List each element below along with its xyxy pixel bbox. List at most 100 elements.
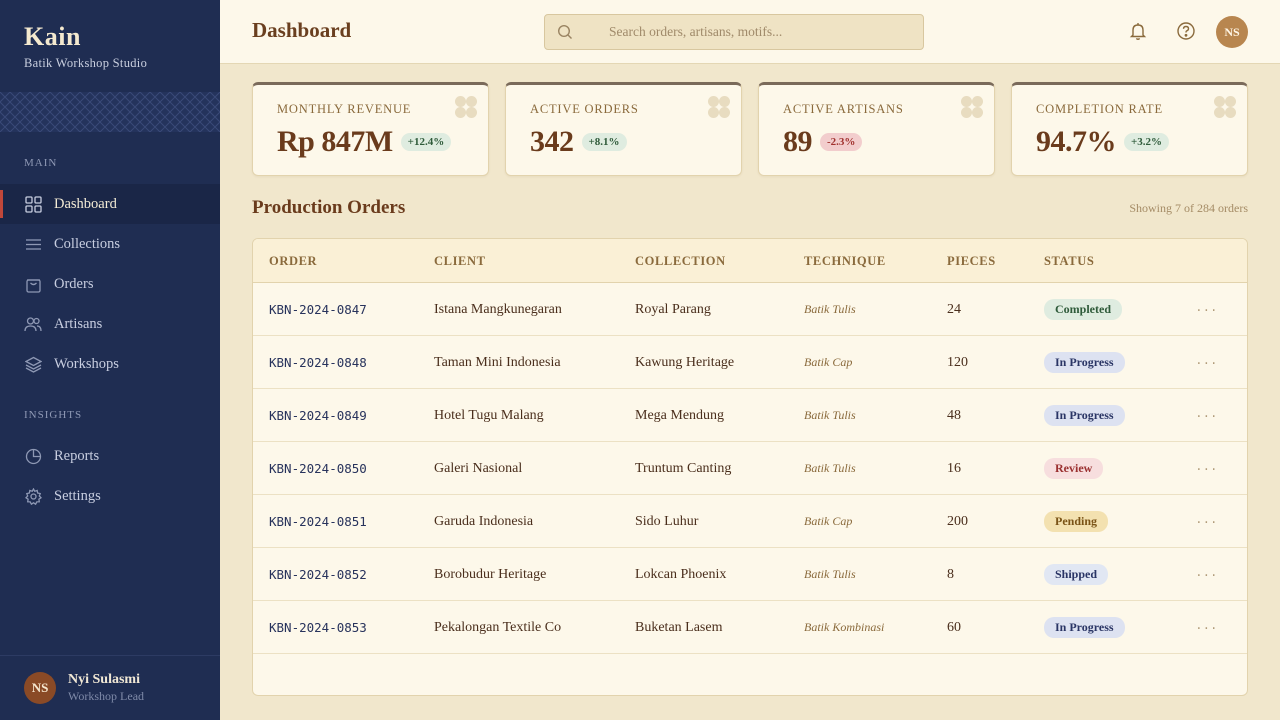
user-name: Nyi Sulasmi (68, 672, 140, 687)
order-id: KBN-2024-0853 (269, 620, 367, 635)
search-icon (557, 24, 573, 40)
gear-icon (24, 487, 42, 505)
status-cell: Shipped (1044, 548, 1109, 601)
column-header-order[interactable]: ORDER (269, 254, 317, 269)
collection-name: Mega Mendung (635, 407, 725, 423)
sidebar-item-reports[interactable]: Reports (0, 436, 220, 476)
status-badge: Review (1044, 458, 1104, 479)
table-row[interactable]: KBN-2024-0847 Istana Mangkunegaran Royal P… (253, 283, 1247, 336)
column-header-collection[interactable]: COLLECTION (635, 254, 726, 269)
pieces-count: 8 (947, 566, 954, 582)
bell-icon[interactable] (1127, 20, 1149, 42)
table-header: ORDER CLIENT COLLECTION TECHNIQUE PIECES… (253, 239, 1247, 283)
kawung-motif-icon (961, 96, 983, 118)
client-name: Garuda Indonesia (434, 513, 534, 529)
sidebar-item-orders[interactable]: Orders (0, 264, 220, 304)
brand-name: Kain (24, 22, 81, 51)
technique: Batik Cap (804, 514, 853, 528)
help-icon[interactable] (1175, 20, 1197, 42)
order-id: KBN-2024-0852 (269, 567, 367, 582)
kawung-motif-icon (455, 96, 477, 118)
row-actions-button[interactable]: ... (1197, 458, 1219, 474)
page-title: Dashboard (252, 18, 352, 42)
status-badge: In Progress (1044, 405, 1125, 426)
table-row[interactable]: KBN-2024-0848 Taman Mini Indonesia Kawung … (253, 336, 1247, 389)
stat-label: ACTIVE ORDERS (530, 102, 639, 116)
status-badge: In Progress (1044, 617, 1125, 638)
sidebar-item-dashboard[interactable]: Dashboard (0, 184, 220, 224)
sidebar-item-label: Dashboard (54, 195, 117, 212)
row-actions-button[interactable]: ... (1197, 299, 1219, 315)
client-name: Taman Mini Indonesia (434, 354, 561, 370)
collection-name: Lokcan Phoenix (635, 566, 727, 582)
technique: Batik Tulis (804, 567, 856, 581)
stat-value: 89 -2.3% (783, 125, 863, 159)
order-id: KBN-2024-0851 (269, 514, 367, 529)
status-cell: Pending (1044, 495, 1109, 548)
status-cell: In Progress (1044, 389, 1125, 442)
sidebar-item-label: Orders (54, 275, 94, 292)
stat-card-artisans: ACTIVE ARTISANS 89 -2.3% (758, 82, 995, 176)
orders-table: ORDER CLIENT COLLECTION TECHNIQUE PIECES… (252, 238, 1248, 696)
stat-value: 342 +8.1% (530, 125, 627, 159)
technique: Batik Tulis (804, 408, 856, 422)
stat-card-revenue: MONTHLY REVENUE Rp 847M +12.4% (252, 82, 489, 176)
top-header: Dashboard NS (220, 0, 1280, 64)
sidebar-divider (0, 655, 220, 656)
stat-delta-badge: +3.2% (1124, 133, 1170, 151)
row-actions-button[interactable]: ... (1197, 511, 1219, 527)
client-name: Istana Mangkunegaran (434, 301, 562, 317)
sidebar: Kain Batik Workshop Studio MAIN Dashboar… (0, 0, 220, 720)
column-header-client[interactable]: CLIENT (434, 254, 486, 269)
row-actions-button[interactable]: ... (1197, 617, 1219, 633)
header-avatar[interactable]: NS (1216, 16, 1248, 48)
row-actions-button[interactable]: ... (1197, 405, 1219, 421)
order-id: KBN-2024-0849 (269, 408, 367, 423)
table-row[interactable]: KBN-2024-0849 Hotel Tugu Malang Mega Mendu… (253, 389, 1247, 442)
users-icon (24, 315, 42, 333)
status-badge: Shipped (1044, 564, 1109, 585)
sidebar-item-label: Settings (54, 487, 101, 504)
sidebar-item-artisans[interactable]: Artisans (0, 304, 220, 344)
column-header-technique[interactable]: TECHNIQUE (804, 254, 886, 269)
section-label-main: MAIN (24, 157, 58, 169)
sidebar-item-label: Artisans (54, 315, 103, 332)
status-cell: In Progress (1044, 601, 1125, 654)
row-actions-button[interactable]: ... (1197, 564, 1219, 580)
pieces-count: 60 (947, 619, 961, 635)
technique: Batik Cap (804, 355, 853, 369)
technique: Batik Tulis (804, 302, 856, 316)
stat-value-text: Rp 847M (277, 125, 393, 158)
collection-name: Sido Luhur (635, 513, 699, 529)
client-name: Borobudur Heritage (434, 566, 547, 582)
sidebar-item-label: Reports (54, 447, 100, 464)
user-profile[interactable]: NS Nyi Sulasmi Workshop Lead (24, 672, 144, 704)
search-input[interactable] (609, 24, 909, 40)
collection-name: Truntum Canting (635, 460, 732, 476)
sidebar-item-workshops[interactable]: Workshops (0, 344, 220, 384)
brand: Kain Batik Workshop Studio (24, 22, 147, 71)
sidebar-item-collections[interactable]: Collections (0, 224, 220, 264)
pie-chart-icon (24, 447, 42, 465)
search-bar[interactable] (544, 14, 924, 50)
pieces-count: 200 (947, 513, 968, 529)
table-row[interactable]: KBN-2024-0852 Borobudur Heritage Lokcan Ph… (253, 548, 1247, 601)
pieces-count: 16 (947, 460, 961, 476)
stat-value-text: 342 (530, 125, 574, 158)
kawung-motif-icon (708, 96, 730, 118)
batik-pattern-decoration (0, 92, 220, 132)
row-actions-button[interactable]: ... (1197, 352, 1219, 368)
stat-value-text: 89 (783, 125, 813, 158)
kawung-motif-icon (1214, 96, 1236, 118)
status-cell: Completed (1044, 283, 1122, 336)
stat-label: COMPLETION RATE (1036, 102, 1163, 116)
brand-subtitle: Batik Workshop Studio (24, 56, 148, 70)
table-row[interactable]: KBN-2024-0851 Garuda Indonesia Sido Luhur B… (253, 495, 1247, 548)
stat-label: MONTHLY REVENUE (277, 102, 412, 116)
column-header-status[interactable]: STATUS (1044, 254, 1094, 269)
table-row[interactable]: KBN-2024-0853 Pekalongan Textile Co Buketa… (253, 601, 1247, 654)
column-header-pieces[interactable]: PIECES (947, 254, 996, 269)
sidebar-item-settings[interactable]: Settings (0, 476, 220, 516)
user-role: Workshop Lead (68, 689, 145, 703)
table-row[interactable]: KBN-2024-0850 Galeri Nasional Truntum Cant… (253, 442, 1247, 495)
